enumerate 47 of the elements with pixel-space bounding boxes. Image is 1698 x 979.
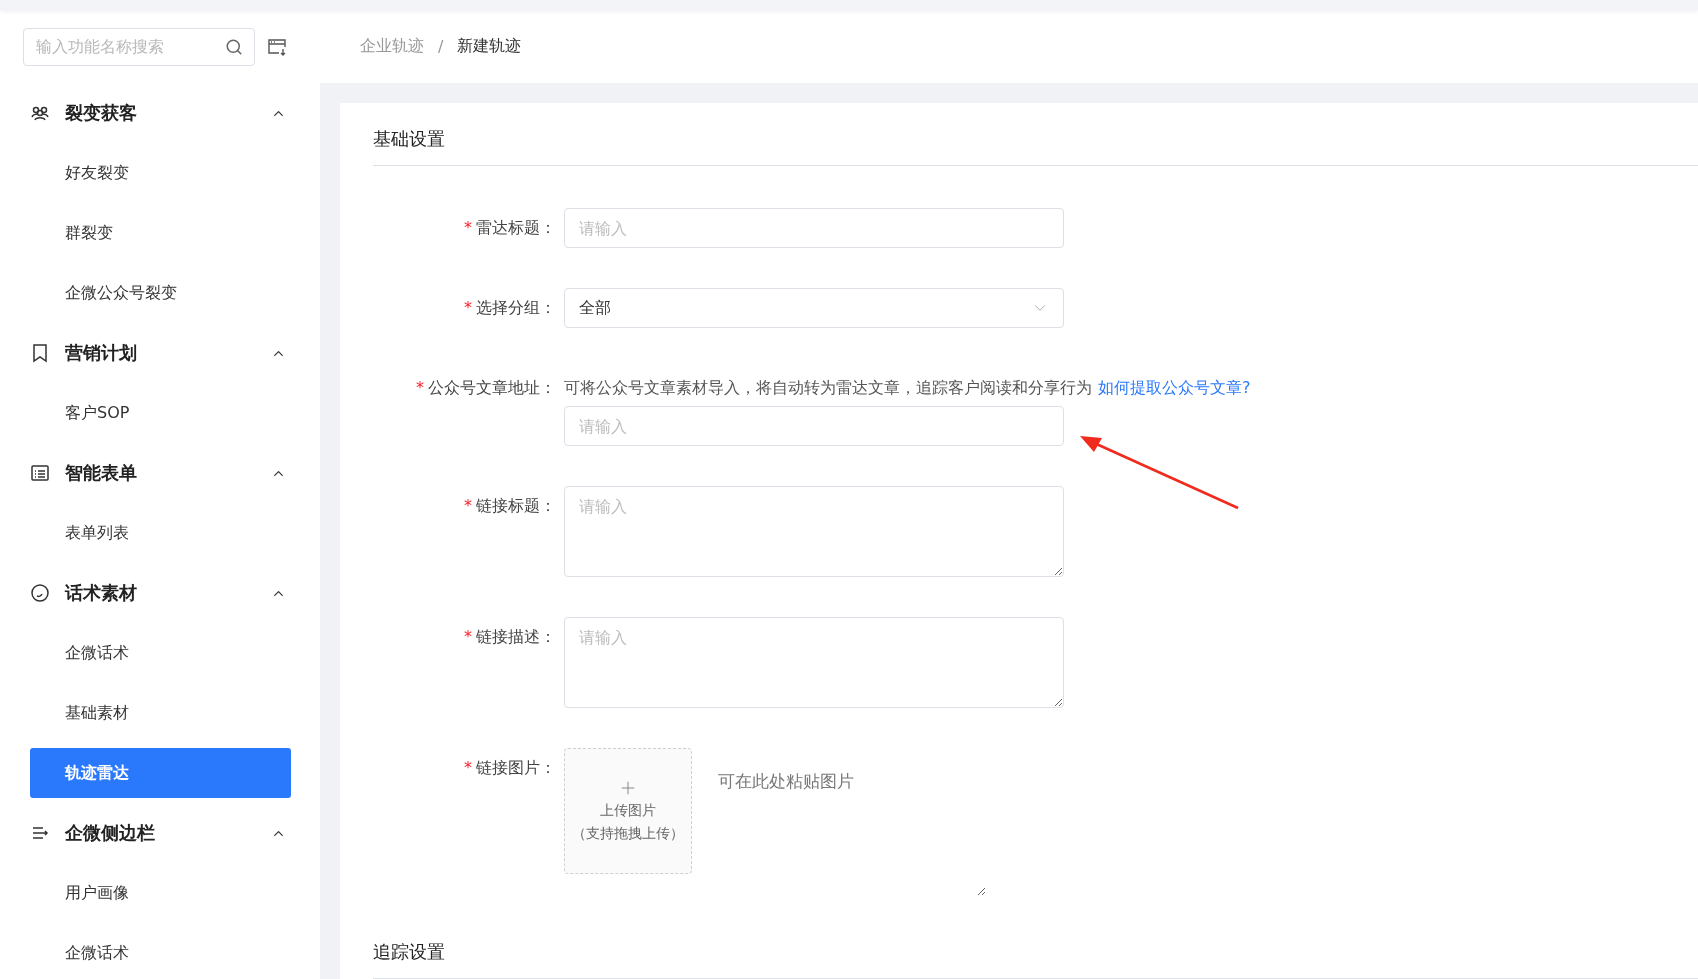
upload-note: （支持拖拽上传） — [572, 824, 684, 843]
required-mark: * — [464, 758, 472, 777]
sidebar-item[interactable]: 用户画像 — [30, 868, 291, 918]
field-label: * 公众号文章地址： — [415, 377, 556, 399]
required-mark: * — [464, 218, 472, 237]
menu-group-header[interactable]: 裂变获客 — [0, 83, 320, 143]
help-link[interactable]: 如何提取公众号文章? — [1098, 378, 1251, 397]
menu-group-header[interactable]: 企微侧边栏 — [0, 803, 320, 863]
field-label: * 雷达标题： — [463, 217, 556, 239]
sidebar-item[interactable]: 群裂变 — [30, 208, 291, 258]
field-label: * 链接描述： — [463, 626, 556, 648]
window-download-icon[interactable] — [267, 37, 287, 56]
sidebar-item[interactable]: 轨迹雷达 — [30, 748, 291, 798]
sidebar-item[interactable]: 基础素材 — [30, 688, 291, 738]
sidebar-item[interactable]: 企微话术 — [30, 628, 291, 678]
required-mark: * — [464, 627, 472, 646]
sidebar-item[interactable]: 企微话术 — [30, 928, 291, 978]
textarea-field[interactable]: 请输入 — [564, 486, 1064, 577]
upload-text: 上传图片 — [600, 801, 656, 820]
field-label: * 链接图片： — [463, 757, 556, 779]
section-title: 基础设置 — [373, 123, 1698, 166]
sidebar-item[interactable]: 客户SOP — [30, 388, 291, 438]
textarea-field[interactable]: 请输入 — [564, 617, 1064, 708]
chat-bubble-icon — [30, 583, 50, 603]
menu-group-header[interactable]: 智能表单 — [0, 443, 320, 503]
field-label: * 链接标题： — [463, 495, 556, 517]
field-label: * 选择分组： — [463, 297, 556, 319]
text-input-field[interactable]: 请输入 — [564, 208, 1064, 248]
sidebar-item[interactable]: 表单列表 — [30, 508, 291, 558]
required-mark: * — [416, 378, 424, 397]
image-upload-area[interactable]: 上传图片 （支持拖拽上传） — [564, 748, 692, 874]
menu-group-header[interactable]: 营销计划 — [0, 323, 320, 383]
group-select[interactable]: 全部 — [564, 288, 1064, 328]
required-mark: * — [464, 496, 472, 515]
breadcrumb-item[interactable]: 新建轨迹 — [457, 36, 522, 57]
bookmark-icon — [30, 343, 50, 363]
search-icon — [225, 37, 243, 56]
required-mark: * — [464, 298, 472, 317]
breadcrumb-separator: / — [438, 37, 444, 56]
sidebar-item[interactable]: 好友裂变 — [30, 148, 291, 198]
search-field[interactable]: 输入功能名称搜索 — [23, 27, 255, 66]
field-hint: 可将公众号文章素材导入，将自动转为雷达文章，追踪客户阅读和分享行为 如何提取公众号文章? — [564, 377, 1252, 399]
list-icon — [30, 463, 50, 483]
sidebar-item[interactable]: 企微公众号裂变 — [30, 268, 291, 318]
text-input-field[interactable]: 请输入 — [564, 406, 1064, 446]
menu-group-header[interactable]: 话术素材 — [0, 563, 320, 623]
section-title: 追踪设置 — [373, 936, 1698, 979]
